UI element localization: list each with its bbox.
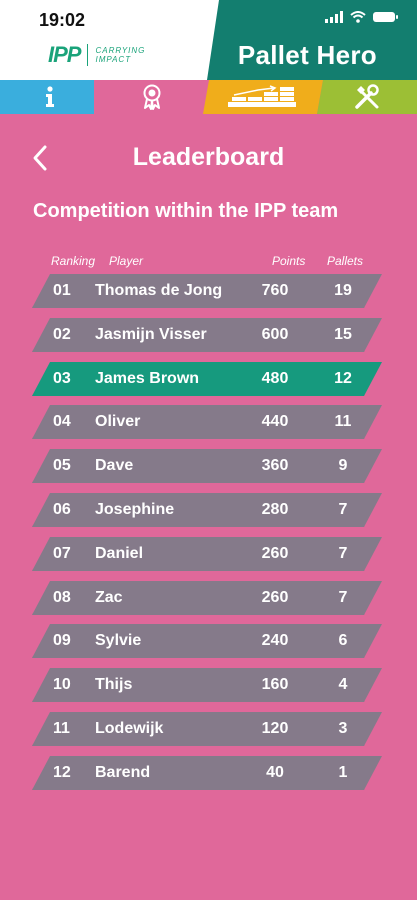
table-row-current-user: 03 James Brown 480 12 — [32, 362, 382, 396]
row-player: Thomas de Jong — [95, 282, 223, 299]
table-row: 11 Lodewijk 120 3 — [32, 712, 382, 746]
row-rank: 04 — [53, 413, 71, 430]
table-row: 08 Zac 260 7 — [32, 581, 382, 615]
ipp-logo: IPP CARRYING IMPACT — [48, 42, 145, 68]
row-rank: 02 — [53, 326, 71, 343]
row-points: 760 — [261, 282, 289, 299]
row-pallets: 1 — [338, 764, 348, 781]
row-pallets: 7 — [338, 589, 348, 606]
row-points: 360 — [261, 457, 289, 474]
row-pallets: 3 — [338, 720, 348, 737]
logo-mark: IPP — [48, 42, 81, 67]
wifi-icon — [350, 11, 366, 23]
row-pallets: 12 — [334, 370, 352, 387]
row-rank: 08 — [53, 589, 71, 606]
row-rank: 10 — [53, 676, 71, 693]
table-row: 12 Barend 40 1 — [32, 756, 382, 790]
row-pallets: 6 — [338, 632, 348, 649]
signal-icon — [325, 11, 343, 23]
page-subtitle: Competition within the IPP team — [33, 200, 339, 222]
row-pallets: 4 — [338, 676, 348, 693]
table-row: 06 Josephine 280 7 — [32, 493, 382, 527]
page-title: Leaderboard — [132, 143, 285, 171]
row-rank: 06 — [53, 501, 71, 518]
row-player: Josephine — [95, 501, 175, 518]
app-title: Pallet Hero — [237, 40, 377, 70]
table-row: 05 Dave 360 9 — [32, 449, 382, 483]
app-header: 19:02 IPP CARRYING IMPACT Pallet Hero — [0, 0, 417, 80]
table-row: 07 Daniel 260 7 — [32, 537, 382, 571]
column-header-player: Player — [109, 254, 144, 268]
tab-leaderboard[interactable] — [94, 80, 209, 114]
row-pallets: 9 — [338, 457, 348, 474]
row-rank: 11 — [53, 720, 70, 737]
row-points: 480 — [261, 370, 289, 387]
row-rank: 09 — [53, 632, 71, 649]
table-row: 09 Sylvie 240 6 — [32, 624, 382, 658]
battery-icon — [373, 12, 398, 22]
table-row: 01 Thomas de Jong 760 19 — [32, 274, 382, 308]
row-points: 260 — [261, 545, 289, 562]
tools-icon — [355, 84, 379, 109]
tab-pallets[interactable] — [203, 80, 323, 114]
row-pallets: 11 — [334, 413, 352, 430]
column-header-points: Points — [272, 254, 306, 268]
row-player: Oliver — [95, 413, 141, 430]
status-icons — [325, 11, 398, 23]
pallet-stack-icon — [228, 85, 296, 107]
row-player: Thijs — [95, 676, 133, 693]
row-points: 440 — [261, 413, 289, 430]
row-rank: 12 — [53, 764, 71, 781]
row-player: Jasmijn Visser — [95, 326, 207, 343]
row-player: Barend — [95, 764, 151, 781]
medal-icon — [143, 84, 160, 110]
row-pallets: 7 — [338, 501, 348, 518]
row-points: 260 — [261, 589, 289, 606]
logo-tagline-1: CARRYING — [95, 46, 146, 55]
row-player: James Brown — [95, 370, 200, 387]
row-pallets: 19 — [334, 282, 352, 299]
row-pallets: 7 — [338, 545, 348, 562]
row-rank: 07 — [53, 545, 71, 562]
status-time: 19:02 — [39, 10, 86, 30]
row-player: Sylvie — [95, 632, 142, 649]
table-row: 10 Thijs 160 4 — [32, 668, 382, 702]
tab-info[interactable] — [0, 80, 100, 114]
column-header-ranking: Ranking — [51, 254, 96, 268]
logo-tagline: CARRYING IMPACT — [95, 46, 145, 64]
table-row: 04 Oliver 440 11 — [32, 405, 382, 439]
row-points: 160 — [261, 676, 289, 693]
row-rank: 03 — [53, 370, 71, 387]
row-player: Daniel — [95, 545, 144, 562]
tab-tools[interactable] — [317, 80, 417, 114]
row-rank: 01 — [53, 282, 71, 299]
row-points: 120 — [261, 720, 289, 737]
table-row: 02 Jasmijn Visser 600 15 — [32, 318, 382, 352]
row-pallets: 15 — [334, 326, 352, 343]
row-player: Lodewijk — [95, 720, 164, 737]
logo-tagline-2: IMPACT — [95, 55, 132, 64]
row-player: Zac — [95, 589, 123, 606]
tab-bar — [0, 80, 417, 114]
info-icon — [46, 86, 54, 107]
column-header-pallets: Pallets — [327, 254, 364, 268]
row-points: 600 — [261, 326, 289, 343]
row-player: Dave — [95, 457, 134, 474]
row-points: 280 — [261, 501, 289, 518]
row-points: 240 — [261, 632, 289, 649]
logo-divider — [87, 44, 89, 66]
row-points: 40 — [266, 764, 284, 781]
row-rank: 05 — [53, 457, 71, 474]
